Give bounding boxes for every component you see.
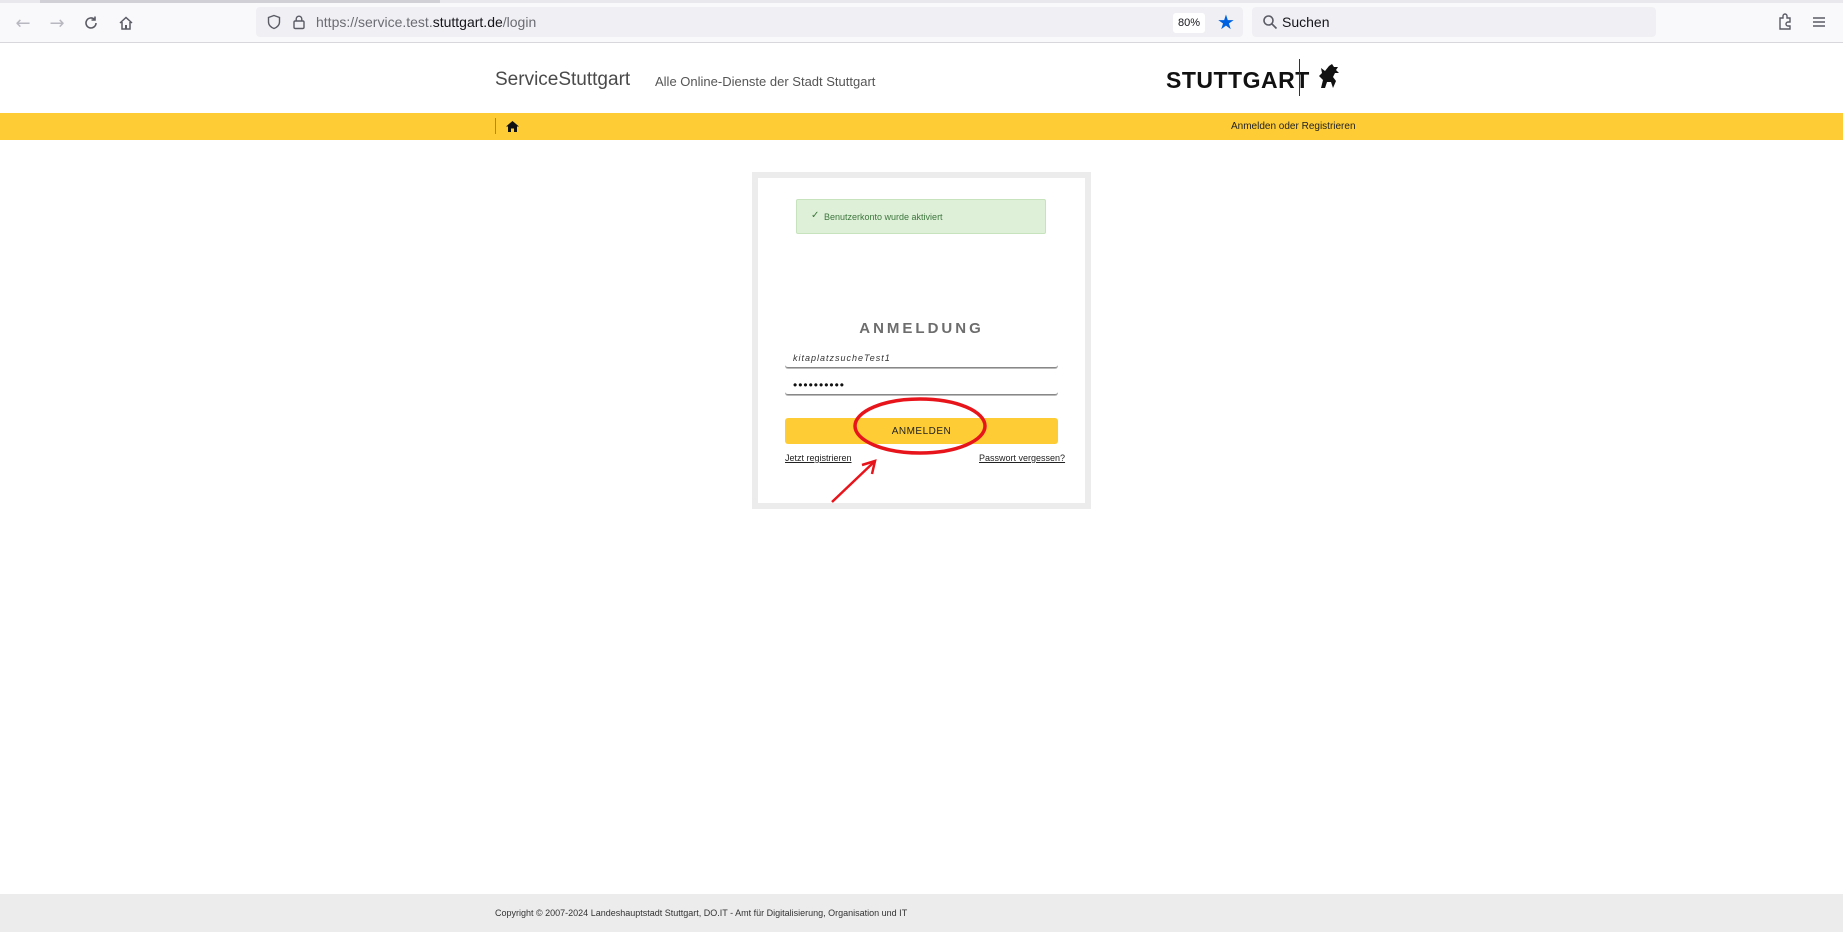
search-placeholder: Suchen	[1282, 14, 1330, 30]
hamburger-menu-icon[interactable]	[1809, 12, 1829, 32]
success-alert: ✓ Benutzerkonto wurde aktiviert	[796, 199, 1046, 234]
navigation-bar: Anmelden oder Registrieren	[0, 113, 1843, 140]
extensions-icon[interactable]	[1775, 12, 1795, 32]
site-footer: Copyright © 2007-2024 Landeshauptstadt S…	[0, 894, 1843, 932]
url-text[interactable]: https://service.test.stuttgart.de/login	[316, 14, 536, 30]
tracking-shield-icon[interactable]	[266, 14, 282, 30]
search-icon	[1263, 15, 1278, 30]
login-title: ANMELDUNG	[859, 320, 984, 337]
site-title[interactable]: ServiceStuttgart	[495, 69, 630, 91]
site-header: ServiceStuttgart Alle Online-Dienste der…	[0, 43, 1843, 113]
reload-icon[interactable]	[80, 12, 102, 34]
forgot-password-link[interactable]: Passwort vergessen?	[979, 453, 1065, 463]
home-icon[interactable]	[505, 119, 520, 134]
stuttgart-logo[interactable]: STUTTGART	[1166, 67, 1310, 94]
horse-emblem-icon[interactable]	[1313, 61, 1343, 91]
forward-arrow-icon[interactable]: →	[46, 12, 68, 34]
browser-toolbar: ← → https://service.test.stuttgart.de/lo…	[0, 0, 1843, 43]
search-bar[interactable]: Suchen	[1252, 7, 1656, 37]
zoom-indicator[interactable]: 80%	[1173, 13, 1205, 33]
password-input[interactable]	[785, 375, 1058, 395]
active-tab-indicator	[40, 0, 440, 3]
tab-strip	[0, 0, 1843, 3]
back-arrow-icon[interactable]: ←	[12, 12, 34, 34]
username-input[interactable]	[785, 348, 1058, 368]
bookmark-star-icon[interactable]: ★	[1215, 11, 1237, 33]
logo-divider	[1299, 59, 1300, 96]
nav-separator	[495, 118, 496, 134]
login-panel: ✓ Benutzerkonto wurde aktiviert ANMELDUN…	[752, 172, 1091, 509]
home-icon[interactable]	[115, 12, 137, 34]
login-register-link[interactable]: Anmelden oder Registrieren	[1231, 121, 1356, 132]
copyright-text: Copyright © 2007-2024 Landeshauptstadt S…	[495, 908, 908, 918]
site-subtitle: Alle Online-Dienste der Stadt Stuttgart	[655, 74, 876, 89]
login-button[interactable]: ANMELDEN	[785, 418, 1058, 444]
alert-message: Benutzerkonto wurde aktiviert	[824, 212, 943, 222]
address-bar[interactable]: https://service.test.stuttgart.de/login	[256, 7, 1243, 37]
lock-icon[interactable]	[291, 14, 307, 30]
register-link[interactable]: Jetzt registrieren	[785, 453, 852, 463]
check-icon: ✓	[811, 210, 820, 221]
